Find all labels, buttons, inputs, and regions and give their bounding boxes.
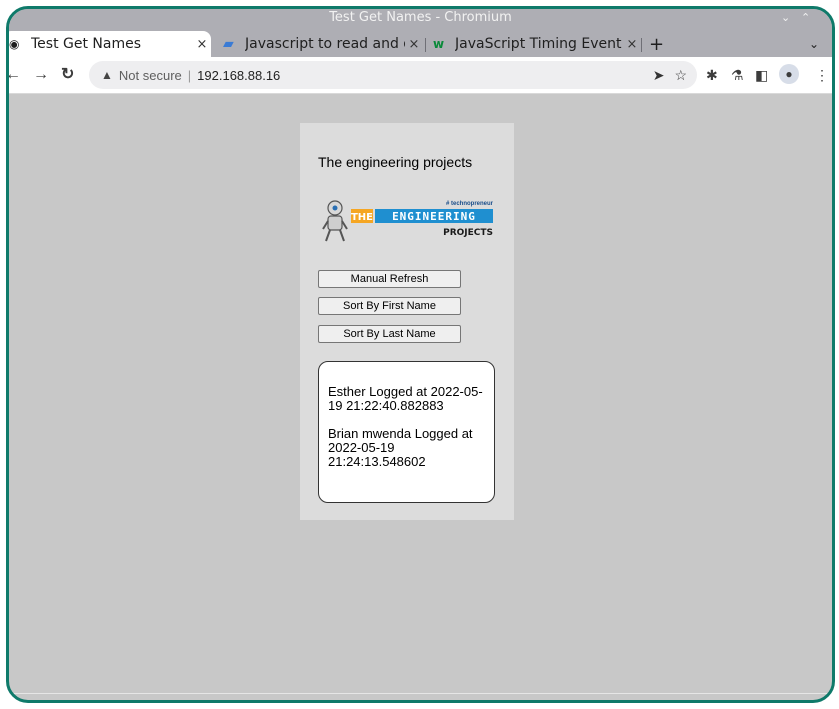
log-entry: Brian mwenda Logged at 2022-05-19 21:24:… <box>328 426 473 469</box>
browser-window: Test Get Names - Chromium ⌄ ⌃ ◉ Test Get… <box>6 6 835 703</box>
tab-separator <box>425 38 426 52</box>
page-heading: The engineering projects <box>318 154 473 170</box>
title-bar: Test Get Names - Chromium ⌄ ⌃ <box>9 9 832 29</box>
tab-test-get-names[interactable]: ◉ Test Get Names × <box>9 31 211 57</box>
tab-strip: ◉ Test Get Names × ▰ Javascript to read … <box>9 29 832 57</box>
close-tab-icon[interactable]: × <box>405 37 423 52</box>
engineering-projects-logo: # technopreneur THE ENGINEERING PROJECTS <box>322 200 494 242</box>
svg-text:THE: THE <box>351 212 373 223</box>
labs-icon[interactable]: ⚗ <box>731 65 744 85</box>
toolbar: ← → ↻ ▲ Not secure | 192.168.88.16 ➤ ☆ ✱… <box>9 57 832 93</box>
sort-first-name-button[interactable]: Sort By First Name <box>318 297 461 315</box>
security-label[interactable]: Not secure <box>119 68 182 83</box>
stackoverflow-icon: ▰ <box>223 36 234 52</box>
profile-icon[interactable]: ● <box>779 64 799 84</box>
toolbar-divider <box>9 93 832 94</box>
log-entry: Esther Logged at 2022-05-19 21:22:40.882… <box>328 384 483 413</box>
menu-icon[interactable]: ⋮ <box>815 65 829 85</box>
w3schools-icon: w <box>433 37 445 51</box>
sort-last-name-button[interactable]: Sort By Last Name <box>318 325 461 343</box>
svg-text:PROJECTS: PROJECTS <box>443 228 493 238</box>
omnibox-divider: | <box>187 67 192 83</box>
forward-icon[interactable]: → <box>33 65 49 85</box>
tab-javascript-read[interactable]: ▰ Javascript to read and d × <box>219 31 423 57</box>
page-icon: ◉ <box>9 37 20 51</box>
close-tab-icon[interactable]: × <box>623 37 641 52</box>
tab-search-icon[interactable]: ⌄ <box>809 31 825 57</box>
tab-javascript-timing[interactable]: w JavaScript Timing Event × <box>429 31 641 57</box>
url-text[interactable]: 192.168.88.16 <box>197 68 280 83</box>
tab-separator <box>641 38 642 52</box>
manual-refresh-button[interactable]: Manual Refresh <box>318 270 461 288</box>
log-box: Esther Logged at 2022-05-19 21:22:40.882… <box>318 361 495 503</box>
back-icon[interactable]: ← <box>9 65 21 85</box>
reload-icon[interactable]: ↻ <box>61 65 74 85</box>
robot-icon <box>322 200 348 242</box>
window-title: Test Get Names - Chromium <box>329 10 512 25</box>
page-panel: The engineering projects # technopreneur… <box>300 123 514 520</box>
warning-icon: ▲ <box>101 68 113 82</box>
side-panel-icon[interactable]: ◧ <box>755 65 768 85</box>
minimize-icon[interactable]: ⌄ <box>781 9 790 27</box>
maximize-icon[interactable]: ⌃ <box>801 9 810 27</box>
star-icon[interactable]: ☆ <box>674 67 687 84</box>
svg-text:# technopreneur: # technopreneur <box>446 201 494 207</box>
close-tab-icon[interactable]: × <box>193 37 211 52</box>
address-bar[interactable]: ▲ Not secure | 192.168.88.16 ➤ ☆ <box>89 61 697 89</box>
send-icon[interactable]: ➤ <box>653 67 665 84</box>
window-bottom-edge <box>9 693 832 694</box>
extensions-icon[interactable]: ✱ <box>706 65 718 85</box>
svg-text:ENGINEERING: ENGINEERING <box>392 210 476 223</box>
new-tab-button[interactable]: + <box>649 31 669 57</box>
